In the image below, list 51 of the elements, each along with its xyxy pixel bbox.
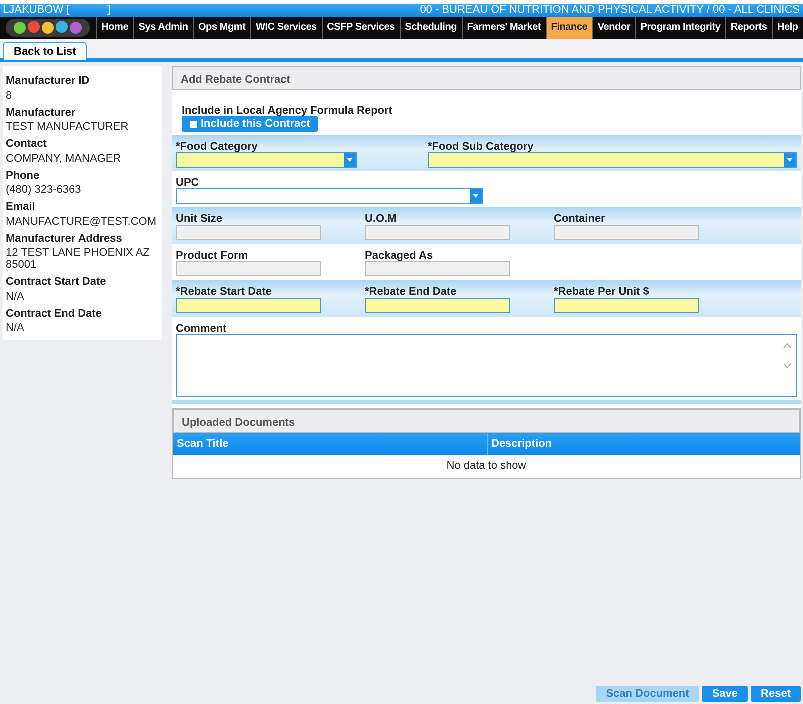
field-label: U.O.M [365, 212, 398, 224]
hands-logo-icon [6, 19, 90, 37]
field-label: Contact [6, 137, 48, 152]
field-label: *Food Category [176, 140, 259, 152]
field-label: Manufacturer ID [6, 74, 91, 89]
field-label: *Rebate Start Date [176, 285, 273, 297]
caret-icon [473, 194, 479, 198]
field-label: Product Form [176, 248, 250, 260]
field-label: UPC [176, 176, 200, 188]
field-label: *Food Sub Category [428, 140, 535, 152]
scroll-down-icon[interactable] [783, 362, 792, 368]
section-header: Add Rebate Contract [172, 66, 801, 90]
caret-icon [787, 158, 793, 162]
bracket: ] [108, 4, 111, 16]
field-value: MANUFACTURE@TEST.COM [6, 216, 158, 228]
caret-icon [347, 158, 353, 162]
field-value: (480) 323-6363 [6, 184, 82, 196]
field-label: Include in Local Agency Formula Report [182, 104, 392, 116]
agency-clinic: 00 - BUREAU OF NUTRITION AND PHYSICAL ACTIVITY / 00 - ALL CLINICS [420, 4, 800, 17]
field-value: N/A [6, 322, 26, 334]
scroll-up-icon[interactable] [783, 342, 792, 348]
checkbox-icon[interactable] [190, 120, 197, 128]
field-value: TEST MANUFACTURER [6, 121, 130, 133]
field-label: Unit Size [176, 212, 224, 224]
column-header: Scan Title [176, 436, 230, 452]
field-label: Email [6, 200, 36, 215]
dropdown-field[interactable] [176, 188, 483, 204]
field-label: *Rebate End Date [365, 285, 458, 297]
field-label: Contract Start Date [6, 275, 108, 290]
field-label: Packaged As [365, 248, 434, 260]
dropdown-field[interactable] [428, 152, 797, 168]
dropdown-field[interactable] [176, 152, 357, 168]
input-field[interactable] [176, 298, 321, 313]
field-value: 12 TEST LANE PHOENIX AZ 85001 [6, 247, 151, 271]
field-label: Phone [6, 168, 41, 184]
field-value: 8 [6, 90, 14, 102]
field-label: Manufacturer Address [6, 232, 124, 246]
field-label: Contract End Date [6, 306, 103, 322]
field-value: COMPANY, MANAGER [6, 152, 122, 164]
field-label: Container [554, 212, 606, 224]
field-label: Manufacturer [6, 106, 77, 120]
section-header: Uploaded Documents [173, 408, 800, 432]
input-field[interactable] [365, 298, 510, 313]
back-to-list-button[interactable]: Back to List [3, 42, 88, 60]
field-label: *Rebate Per Unit $ [554, 285, 650, 297]
nav-tab[interactable]: Finance [546, 17, 592, 39]
field-value: N/A [6, 290, 26, 302]
field-label: Comment [176, 322, 228, 334]
user-name: LJAKUBOW [ [3, 4, 70, 16]
comment-field[interactable] [176, 334, 797, 396]
input-field[interactable] [554, 298, 699, 313]
